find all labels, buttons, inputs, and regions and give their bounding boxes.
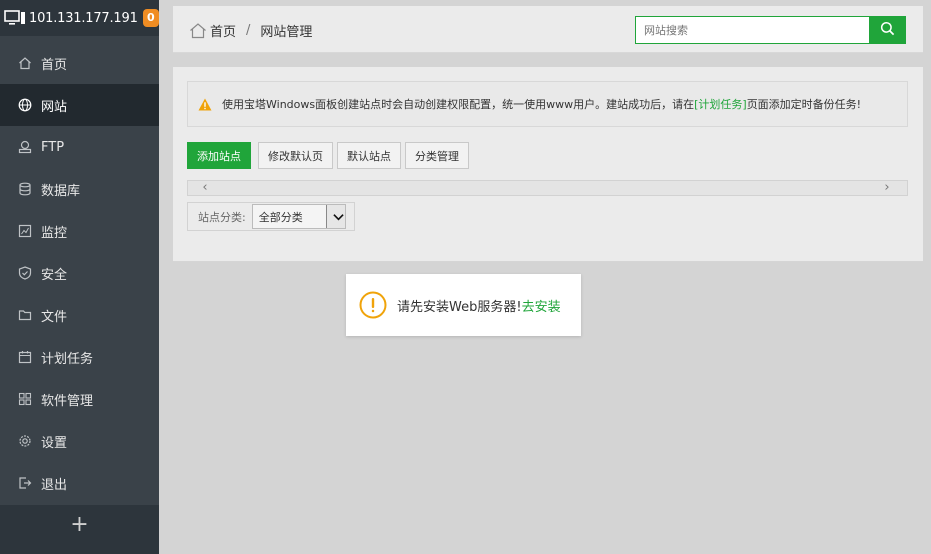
server-ip: 101.131.177.191 [29, 10, 138, 26]
add-site-button[interactable]: 添加站点 [187, 142, 251, 169]
home-icon [18, 56, 32, 70]
sidebar-item-label: 退出 [41, 477, 68, 493]
sidebar-item-label: 安全 [41, 267, 68, 283]
category-select[interactable]: 全部分类 [251, 204, 346, 229]
grid-icon [18, 392, 32, 406]
horizontal-scrollbar[interactable]: ‹ › [187, 180, 908, 196]
breadcrumb-separator: / [246, 23, 251, 38]
sidebar-item-home[interactable]: 首页 [0, 42, 159, 84]
toast-text: 请先安装Web服务器! [397, 299, 522, 315]
search-button[interactable] [869, 16, 906, 44]
sidebar-item-label: FTP [41, 139, 65, 155]
sidebar-item-database[interactable]: 数据库 [0, 168, 159, 210]
breadcrumb: 首页 / 网站管理 [189, 21, 312, 40]
info-notice: 使用宝塔Windows面板创建站点时会自动创建权限配置，统一使用www用户。建站… [187, 81, 908, 127]
sidebar-item-label: 数据库 [41, 183, 81, 199]
default-site-button[interactable]: 默认站点 [337, 142, 401, 169]
ftp-icon [18, 140, 32, 154]
sidebar-item-software[interactable]: 软件管理 [0, 378, 159, 420]
gear-icon [18, 434, 32, 448]
site-panel: 使用宝塔Windows面板创建站点时会自动创建权限配置，统一使用www用户。建站… [173, 67, 923, 262]
sidebar-item-label: 文件 [41, 309, 68, 325]
breadcrumb-current: 网站管理 [260, 25, 313, 40]
toast-message: 请先安装Web服务器!去安装 [397, 296, 561, 315]
category-manage-button[interactable]: 分类管理 [405, 142, 469, 169]
shield-icon [18, 266, 32, 280]
sidebar-item-label: 软件管理 [41, 393, 94, 409]
breadcrumb-home[interactable]: 首页 [210, 21, 236, 40]
notice-text-end: 页面添加定时备份任务! [746, 98, 862, 111]
toolbar: 添加站点 修改默认页 默认站点 分类管理 [187, 142, 473, 169]
add-button[interactable]: + [0, 505, 159, 554]
notification-badge[interactable]: 0 [142, 9, 159, 27]
sidebar-item-logout[interactable]: 退出 [0, 462, 159, 504]
sidebar-item-label: 设置 [41, 435, 68, 451]
selected-category: 全部分类 [258, 210, 303, 224]
home-icon [189, 22, 207, 39]
install-prompt-toast: 请先安装Web服务器!去安装 [346, 274, 581, 336]
globe-icon [18, 98, 32, 112]
alert-icon [359, 291, 387, 319]
sidebar-item-label: 首页 [41, 57, 68, 73]
monitor-icon [4, 9, 26, 27]
sidebar-item-label: 网站 [41, 99, 68, 115]
filter-label: 站点分类: [198, 210, 246, 224]
sidebar-item-website[interactable]: 网站 [0, 84, 159, 126]
folder-icon [18, 308, 32, 322]
sidebar-item-label: 计划任务 [41, 351, 94, 367]
search-icon [880, 21, 895, 39]
database-icon [18, 182, 32, 196]
edit-default-page-button[interactable]: 修改默认页 [258, 142, 333, 169]
install-link[interactable]: 去安装 [522, 300, 561, 315]
search-input[interactable] [635, 16, 869, 44]
sidebar: 101.131.177.191 0 首页 网站 FTP 数据库 监控 安全 文件… [0, 0, 159, 554]
sidebar-item-monitor[interactable]: 监控 [0, 210, 159, 252]
warning-icon [198, 98, 212, 111]
top-header: 首页 / 网站管理 [173, 6, 923, 53]
notice-text: 使用宝塔Windows面板创建站点时会自动创建权限配置，统一使用www用户。建站… [222, 98, 695, 111]
category-filter: 站点分类: 全部分类 [187, 202, 355, 231]
cron-link[interactable]: [计划任务] [694, 96, 747, 112]
site-search [635, 16, 906, 44]
chevron-down-icon[interactable] [325, 205, 345, 228]
sidebar-item-files[interactable]: 文件 [0, 294, 159, 336]
scroll-right-icon[interactable]: › [879, 180, 895, 196]
calendar-icon [18, 350, 32, 364]
sidebar-item-settings[interactable]: 设置 [0, 420, 159, 462]
sidebar-item-ftp[interactable]: FTP [0, 126, 159, 168]
server-info: 101.131.177.191 0 [0, 0, 159, 36]
sidebar-menu: 首页 网站 FTP 数据库 监控 安全 文件 计划任务 软件管理 设置 退出 [0, 42, 159, 504]
logout-icon [18, 476, 32, 490]
sidebar-item-label: 监控 [41, 225, 68, 241]
sidebar-item-cron[interactable]: 计划任务 [0, 336, 159, 378]
monitor-icon [18, 224, 32, 238]
sidebar-item-security[interactable]: 安全 [0, 252, 159, 294]
scroll-left-icon[interactable]: ‹ [197, 180, 213, 196]
